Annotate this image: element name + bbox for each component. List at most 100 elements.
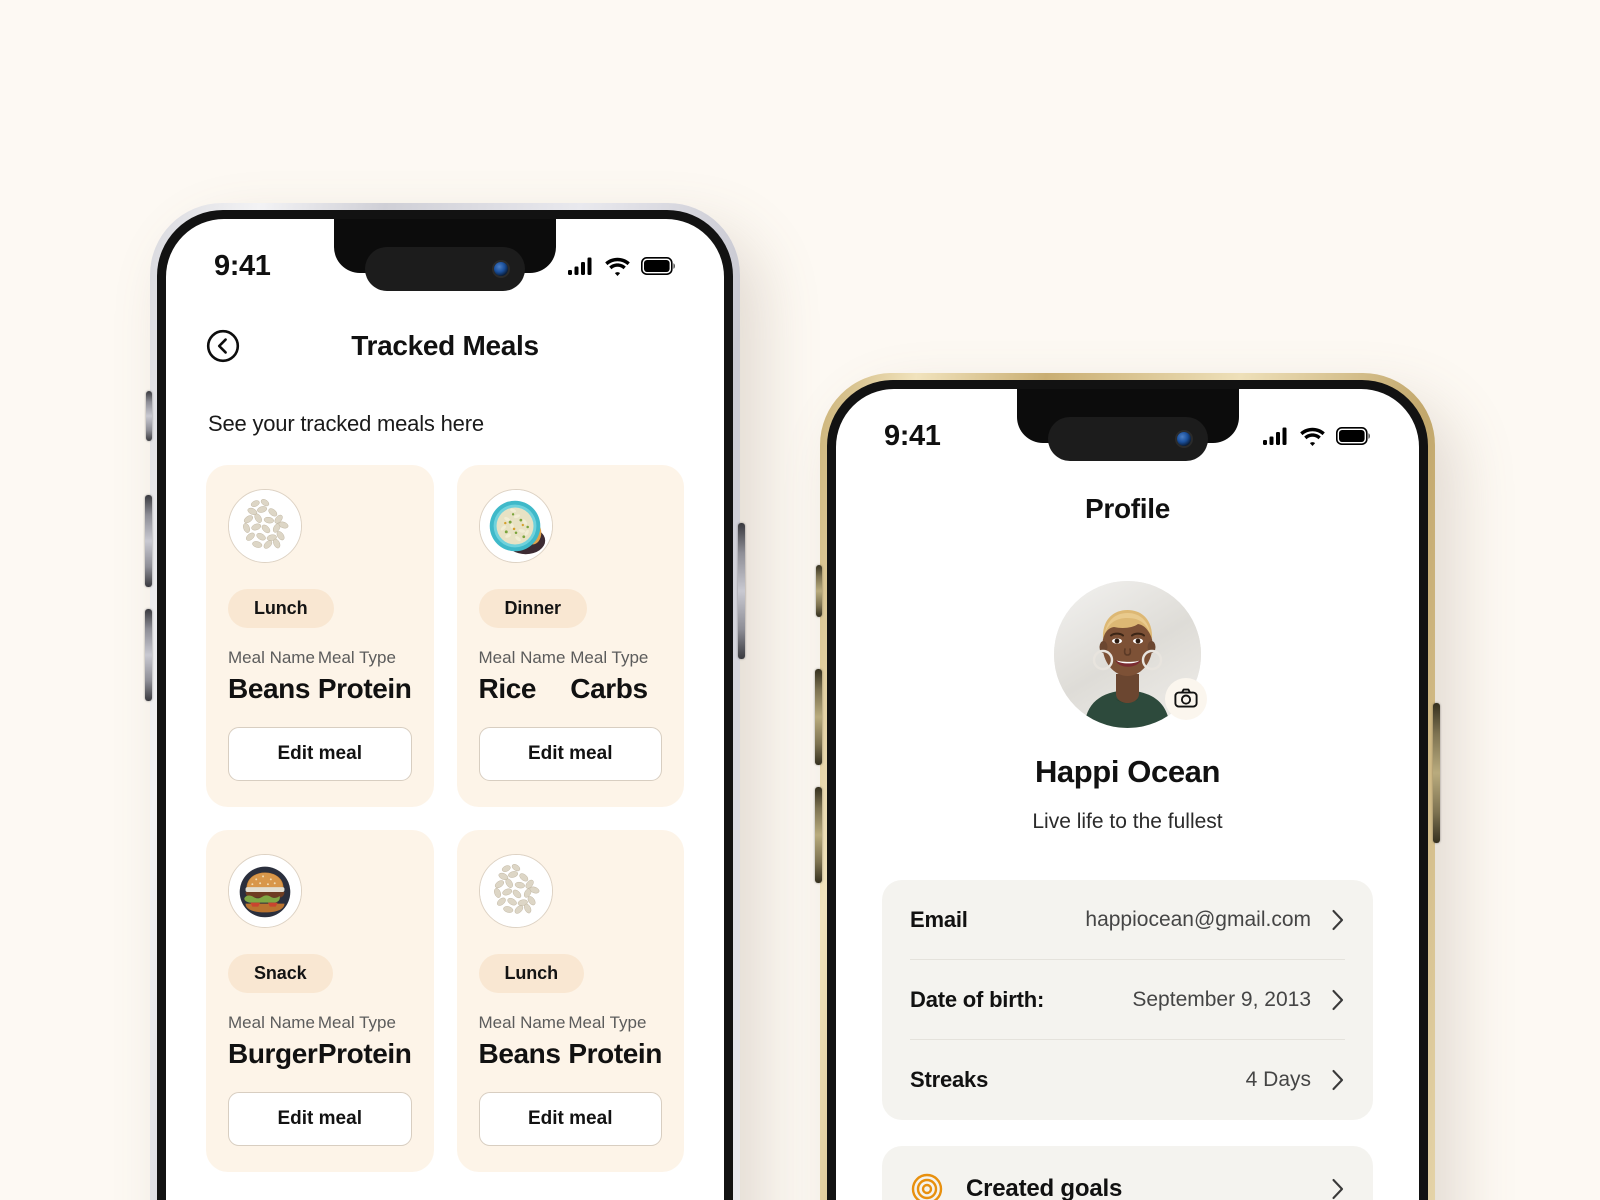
- power-button-right-phone[interactable]: [1433, 703, 1440, 843]
- meal-type-label: Meal Type: [568, 1013, 647, 1032]
- meal-name-value: Beans: [228, 673, 311, 704]
- volume-down-right-phone[interactable]: [815, 787, 822, 883]
- meal-thumbnail-rice: [478, 489, 553, 563]
- meal-type-field: Meal Type Protein: [318, 648, 412, 705]
- meal-type-badge: Dinner: [478, 589, 587, 628]
- meal-type-value: Protein: [317, 1038, 412, 1069]
- bezel-right-phone: 9:41 Profile Happi Ocean Live life to th…: [827, 380, 1428, 1200]
- meal-grid: Lunch Meal Name Beans Meal Type Protein …: [166, 437, 724, 1172]
- info-value: 4 Days: [1245, 1068, 1311, 1091]
- info-row-date-of-birth[interactable]: Date of birth: September 9, 2013: [910, 960, 1345, 1040]
- mute-switch-right-phone[interactable]: [816, 565, 822, 617]
- meal-name-label: Meal Name: [228, 648, 315, 667]
- status-icons-group: [1263, 427, 1377, 446]
- signal-bars-icon: [1263, 427, 1287, 445]
- created-goals-row[interactable]: Created goals: [910, 1146, 1345, 1200]
- subtitle-text: See your tracked meals here: [208, 411, 484, 436]
- info-label: Date of birth:: [910, 986, 1045, 1012]
- meal-thumbnail-beans: [478, 854, 553, 928]
- info-value: September 9, 2013: [1132, 987, 1311, 1011]
- signal-bars-icon: [568, 257, 592, 275]
- phone-right: 9:41 Profile Happi Ocean Live life to th…: [815, 373, 1440, 1200]
- meal-name-field: Meal Name Beans: [479, 1013, 569, 1070]
- avatar-wrapper: [1054, 581, 1207, 728]
- meal-fields: Meal Name Beans Meal Type Protein: [479, 1013, 663, 1070]
- dynamic-island-left-phone: [365, 247, 525, 291]
- meal-type-value: Carbs: [570, 673, 648, 704]
- wifi-icon: [1300, 427, 1325, 446]
- meal-name-field: Meal Name Beans: [228, 648, 318, 705]
- meal-fields: Meal Name Beans Meal Type Protein: [228, 648, 412, 705]
- info-row-email[interactable]: Email happiocean@gmail.com: [910, 880, 1345, 960]
- meal-fields: Meal Name Rice Meal Type Carbs: [479, 648, 663, 705]
- volume-up-left-phone[interactable]: [145, 495, 152, 587]
- battery-full-icon: [641, 257, 675, 275]
- meal-name-label: Meal Name: [228, 1013, 315, 1032]
- chevron-right-icon: [1331, 1178, 1345, 1200]
- meal-type-label: Meal Type: [570, 648, 649, 667]
- screen-right-phone: 9:41 Profile Happi Ocean Live life to th…: [836, 389, 1419, 1200]
- profile-tagline: Live life to the fullest: [1032, 810, 1223, 833]
- profile-name: Happi Ocean: [1034, 754, 1221, 789]
- mute-switch-left-phone[interactable]: [146, 391, 152, 441]
- info-row-streaks[interactable]: Streaks 4 Days: [910, 1040, 1345, 1120]
- nav-bar-tracked-meals: Tracked Meals: [166, 295, 724, 373]
- info-label: Streaks: [910, 1067, 989, 1092]
- meal-name-field: Meal Name Rice: [479, 648, 571, 705]
- edit-meal-button[interactable]: Edit meal: [478, 1092, 662, 1146]
- meal-type-badge: Lunch: [228, 589, 334, 628]
- meal-card[interactable]: Lunch Meal Name Beans Meal Type Protein …: [206, 465, 434, 807]
- meal-name-field: Meal Name Burger: [228, 1013, 318, 1070]
- edit-meal-button[interactable]: Edit meal: [228, 1092, 412, 1146]
- info-label: Email: [910, 906, 968, 932]
- meal-card[interactable]: Snack Meal Name Burger Meal Type Protein…: [206, 830, 434, 1172]
- status-time: 9:41: [214, 249, 271, 282]
- meal-type-label: Meal Type: [317, 648, 396, 667]
- meal-card[interactable]: Lunch Meal Name Beans Meal Type Protein …: [456, 830, 684, 1172]
- edit-meal-button[interactable]: Edit meal: [228, 727, 412, 781]
- meal-type-value: Protein: [568, 1038, 662, 1069]
- battery-full-icon: [1336, 427, 1370, 445]
- meal-type-value: Protein: [317, 673, 412, 704]
- beans-photo: [479, 855, 552, 927]
- meal-type-field: Meal Type Protein: [318, 1013, 412, 1070]
- phone-left: 9:41 Tracked Meals See your tracked meal…: [145, 203, 745, 1200]
- info-value: happiocean@gmail.com: [1085, 907, 1311, 931]
- screen-left-phone: 9:41 Tracked Meals See your tracked meal…: [166, 219, 724, 1200]
- meal-thumbnail-burger: [228, 854, 302, 928]
- target-bullseye-icon: [910, 1172, 944, 1200]
- burger-photo: [229, 855, 301, 927]
- meal-type-label: Meal Type: [317, 1013, 396, 1032]
- chevron-right-icon: [1331, 909, 1345, 931]
- created-goals-label: Created goals: [966, 1175, 1123, 1200]
- dynamic-island-right-phone: [1047, 417, 1208, 461]
- created-goals-card: Created goals: [882, 1146, 1373, 1200]
- status-icons-group: [568, 257, 682, 276]
- meal-card[interactable]: Dinner Meal Name Rice Meal Type Carbs Ed…: [456, 465, 684, 807]
- meal-type-field: Meal Type Carbs: [570, 648, 662, 705]
- page-title: Profile: [1084, 493, 1171, 524]
- volume-up-right-phone[interactable]: [815, 669, 822, 765]
- meal-thumbnail-beans: [228, 489, 302, 563]
- front-camera-icon: [494, 262, 508, 276]
- bezel-left-phone: 9:41 Tracked Meals See your tracked meal…: [157, 210, 733, 1200]
- page-title: Tracked Meals: [351, 330, 539, 361]
- volume-down-left-phone[interactable]: [145, 609, 152, 701]
- meal-name-label: Meal Name: [478, 1013, 566, 1032]
- profile-info-card: Email happiocean@gmail.com Date of birth…: [882, 880, 1373, 1120]
- camera-icon: [1174, 688, 1198, 708]
- beans-photo: [229, 490, 301, 562]
- meal-type-badge: Lunch: [478, 954, 584, 993]
- front-camera-icon: [1176, 432, 1191, 446]
- chevron-right-icon: [1331, 989, 1345, 1011]
- status-time: 9:41: [884, 419, 941, 452]
- change-photo-button[interactable]: [1165, 678, 1207, 720]
- chevron-right-icon: [1331, 1069, 1345, 1091]
- meal-name-value: Rice: [478, 673, 537, 704]
- wifi-icon: [605, 257, 630, 276]
- rice-photo: [479, 490, 552, 562]
- edit-meal-button[interactable]: Edit meal: [478, 727, 662, 781]
- meal-type-badge: Snack: [228, 954, 333, 993]
- power-button-left-phone[interactable]: [738, 523, 745, 659]
- meal-type-field: Meal Type Protein: [568, 1013, 662, 1070]
